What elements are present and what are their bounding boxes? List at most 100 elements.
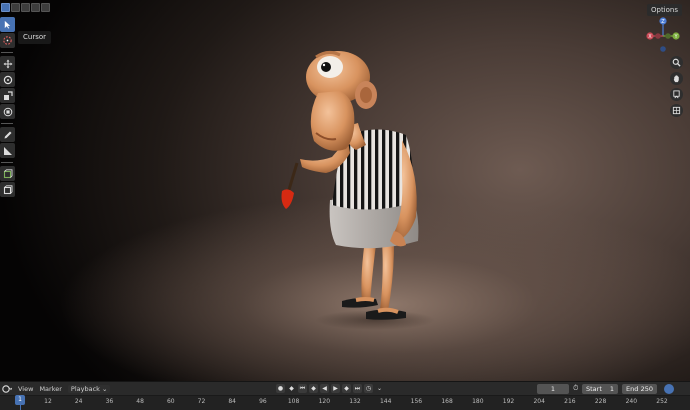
view-menu[interactable]: View: [18, 385, 33, 393]
perspective-toggle-button[interactable]: [670, 104, 683, 117]
select-invert-mode-button[interactable]: [31, 3, 40, 12]
rotate-icon: [3, 75, 12, 84]
auto-keying-button[interactable]: ◷: [364, 384, 373, 393]
neg-z-axis-handle[interactable]: [660, 46, 666, 52]
camera-view-button[interactable]: [670, 88, 683, 101]
stopwatch-icon[interactable]: ⏱: [573, 384, 578, 393]
ruler-tick-label: 252: [656, 398, 668, 405]
playback-menu[interactable]: Playback ⌄: [67, 384, 111, 393]
camera-icon: [673, 90, 680, 99]
ruler-tick-label: 240: [625, 398, 638, 405]
ruler-tick-label: 12: [44, 398, 52, 405]
playback-controls: ● ◆ ⏮ ◆ ◀ ▶ ◆ ⏭ ◷ ⌄: [276, 384, 384, 393]
timeline-ruler[interactable]: 12 24 36 48 60 72 84 96 108 120 132 144 156 168 180 192…: [0, 395, 690, 410]
playback-label: Playback: [70, 384, 100, 393]
ruler-tick-label: 120: [318, 398, 331, 405]
cursor-tool-button[interactable]: [0, 33, 15, 48]
key-icon: ◆: [289, 385, 294, 392]
prev-keyframe-button[interactable]: ◆: [309, 384, 318, 393]
x-axis-label: X: [648, 34, 652, 40]
select-new-mode-button[interactable]: [1, 3, 10, 12]
measure-tool-button[interactable]: [0, 143, 15, 158]
neg-y-axis-handle[interactable]: [665, 33, 671, 39]
playhead-line: [19, 405, 21, 410]
play-button[interactable]: ▶: [331, 384, 340, 393]
magnifier-icon: [672, 58, 681, 67]
record-icon: ●: [277, 385, 284, 392]
jump-end-icon: ⏭: [354, 385, 361, 392]
select-intersect-mode-button[interactable]: [41, 3, 50, 12]
ruler-tick-label: 36: [105, 398, 114, 405]
jump-start-button[interactable]: ⏮: [298, 384, 307, 393]
select-tool-button[interactable]: [0, 17, 15, 32]
next-keyframe-button[interactable]: ◆: [342, 384, 351, 393]
start-frame-field[interactable]: Start 1: [582, 384, 618, 394]
zoom-button[interactable]: [670, 56, 683, 69]
tooltip-text: Cursor: [23, 33, 47, 41]
cursor-arrow-icon: [4, 20, 11, 29]
navigation-gizmo[interactable]: Z Y X: [643, 15, 683, 55]
ruler-tick-label: 72: [197, 398, 206, 405]
end-frame-field[interactable]: End 250: [622, 384, 657, 394]
pan-button[interactable]: [670, 72, 683, 85]
current-frame-value: 1: [550, 385, 556, 393]
pencil-icon: [4, 131, 11, 138]
add-cube-tool-button[interactable]: [0, 166, 15, 181]
move-icon: [3, 59, 12, 68]
cartoon-character-model: [281, 50, 435, 330]
ruler-tick-label: 132: [349, 398, 361, 405]
ruler-tick-label: 228: [594, 398, 607, 405]
ruler-tick-label: 204: [533, 398, 545, 405]
timeline-options-icon[interactable]: [664, 384, 674, 394]
scale-icon: [3, 90, 13, 100]
ruler-tick-label: 192: [502, 398, 515, 405]
jump-end-button[interactable]: ⏭: [353, 384, 362, 393]
keying-set-button[interactable]: ◆: [287, 384, 296, 393]
timeline-header: View Marker Playback ⌄ ● ◆ ⏮ ◆ ◀ ▶ ◆ ⏭ ◷…: [0, 381, 690, 395]
neg-x-axis-handle[interactable]: [655, 33, 661, 39]
current-frame-indicator[interactable]: 1: [15, 395, 25, 405]
tool-shelf: [0, 17, 16, 198]
frame-marker-value: 1: [18, 396, 22, 403]
play-icon: ▶: [333, 385, 338, 392]
chevron-down-icon: ⌄: [376, 385, 383, 392]
auto-keying-options[interactable]: ⌄: [375, 384, 384, 393]
ruler-tick-label: 24: [74, 398, 83, 405]
ruler-tick-label: 96: [259, 398, 267, 405]
scale-tool-button[interactable]: [0, 88, 15, 103]
ruler-tick-label: 168: [441, 398, 453, 405]
move-tool-button[interactable]: [0, 56, 15, 71]
ruler-tick-label: 48: [136, 398, 144, 405]
rotate-tool-button[interactable]: [0, 72, 15, 87]
ruler-tick-label: 60: [166, 398, 175, 405]
transform-tool-button[interactable]: [0, 104, 15, 119]
select-subtract-mode-button[interactable]: [21, 3, 30, 12]
ruler-tick-label: 84: [228, 398, 237, 405]
next-keyframe-icon: ◆: [344, 385, 349, 392]
end-value: 250: [640, 385, 653, 393]
hand-icon: [673, 75, 679, 83]
transform-icon: [3, 107, 12, 116]
end-label: End: [626, 385, 639, 393]
ruler-tick-label: 144: [379, 398, 392, 405]
clock-icon: ◷: [365, 385, 372, 392]
select-extend-mode-button[interactable]: [11, 3, 20, 12]
jump-start-icon: ⏮: [299, 385, 306, 392]
extra-tool-button[interactable]: [0, 182, 15, 197]
editor-type-icon[interactable]: [2, 384, 12, 394]
3d-viewport[interactable]: Options Cursor Z Y X: [0, 0, 690, 381]
marker-menu[interactable]: Marker: [39, 385, 61, 393]
current-frame-field[interactable]: 1: [537, 384, 569, 394]
record-button[interactable]: ●: [276, 384, 285, 393]
viewport-navigation: [670, 56, 683, 117]
play-reverse-button[interactable]: ◀: [320, 384, 329, 393]
annotate-tool-button[interactable]: [0, 127, 15, 142]
toolbar-separator: [1, 123, 13, 124]
3d-cursor-icon: [3, 36, 12, 45]
viewport-header: [0, 0, 690, 14]
prev-keyframe-icon: ◆: [311, 385, 316, 392]
ruler-icon: [3, 146, 12, 155]
tooltip: Cursor: [18, 31, 52, 44]
ruler-tick-label: 156: [410, 398, 423, 405]
z-axis-label: Z: [661, 19, 665, 25]
